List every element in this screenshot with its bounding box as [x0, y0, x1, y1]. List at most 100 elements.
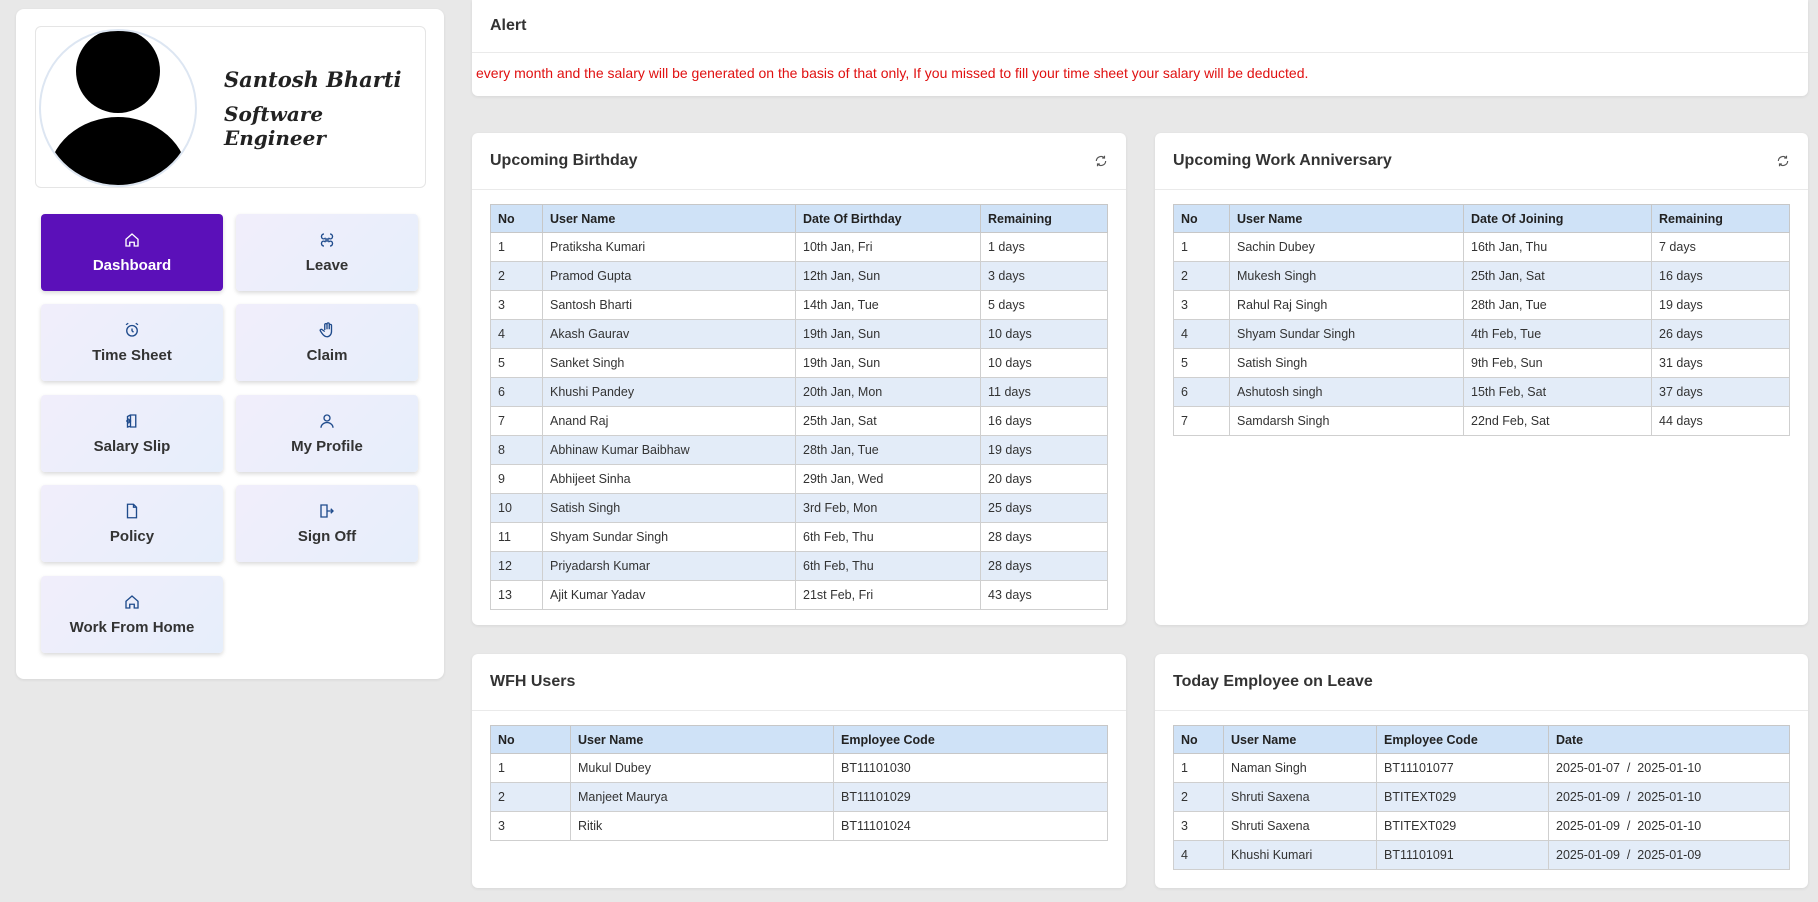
- table-row: 13 Ajit Kumar Yadav 21st Feb, Fri 43 days: [490, 580, 1108, 610]
- table-cell: 2025-01-09 / 2025-01-10: [1548, 811, 1790, 841]
- table-cell: BTITEXT029: [1376, 782, 1549, 812]
- birthday-header: Upcoming Birthday: [472, 133, 1126, 190]
- document-icon: [126, 503, 138, 519]
- table-cell: BTITEXT029: [1376, 811, 1549, 841]
- table-cell: 11: [490, 522, 543, 552]
- table-cell: 8: [490, 435, 543, 465]
- table-row: 1 Sachin Dubey 16th Jan, Thu 7 days: [1173, 232, 1790, 262]
- table-cell: 5: [490, 348, 543, 378]
- table-cell: 28 days: [980, 551, 1108, 581]
- nav-dashboard-button[interactable]: Dashboard: [41, 214, 223, 291]
- birthday-panel: Upcoming Birthday No User Name Date Of Bir…: [472, 133, 1126, 625]
- home-icon: [125, 595, 139, 609]
- leave-panel: Today Employee on Leave No User Name Emplo…: [1155, 654, 1808, 888]
- nav-label: Policy: [109, 528, 155, 545]
- table-row: 3 Shruti Saxena BTITEXT029 2025-01-09 / 202…: [1173, 811, 1790, 841]
- table-cell: 2: [490, 782, 571, 812]
- table-row: 6 Ashutosh singh 15th Feb, Sat 37 days: [1173, 377, 1790, 407]
- table-cell: 3rd Feb, Mon: [795, 493, 981, 523]
- table-cell: 6: [1173, 377, 1230, 407]
- column-header: No: [1173, 204, 1230, 233]
- nav-leave-button[interactable]: Leave: [236, 214, 418, 291]
- leave-icon: [320, 233, 334, 247]
- nav-label: Claim: [306, 347, 348, 364]
- alert-header: Alert: [472, 0, 1808, 53]
- table-row: 10 Satish Singh 3rd Feb, Mon 25 days: [490, 493, 1108, 523]
- leave-table: No User Name Employee Code Date 1 Naman Sing…: [1173, 725, 1790, 870]
- table-cell: 6: [490, 377, 543, 407]
- nav-time-sheet-button[interactable]: Time Sheet: [41, 304, 223, 381]
- table-cell: Abhijeet Sinha: [542, 464, 796, 494]
- table-cell: 12th Jan, Sun: [795, 261, 981, 291]
- table-cell: 19th Jan, Sun: [795, 319, 981, 349]
- table-row: 5 Sanket Singh 19th Jan, Sun 10 days: [490, 348, 1108, 378]
- column-header: Date Of Joining: [1463, 204, 1652, 233]
- column-header: User Name: [1223, 725, 1377, 754]
- table-cell: 25th Jan, Sat: [1463, 261, 1652, 291]
- table-cell: 10th Jan, Fri: [795, 232, 981, 262]
- table-cell: 3: [490, 811, 571, 841]
- table-cell: 4: [490, 319, 543, 349]
- table-cell: Ajit Kumar Yadav: [542, 580, 796, 610]
- table-cell: 4: [1173, 319, 1230, 349]
- nav-label: Work From Home: [69, 619, 195, 636]
- table-row: 3 Santosh Bharti 14th Jan, Tue 5 days: [490, 290, 1108, 320]
- nav-sign-off-button[interactable]: Sign Off: [236, 485, 418, 562]
- table-cell: 20th Jan, Mon: [795, 377, 981, 407]
- nav-claim-button[interactable]: Claim: [236, 304, 418, 381]
- table-cell: 5: [1173, 348, 1230, 378]
- profile-card: Santosh Bharti Software Engineer: [35, 26, 426, 188]
- profile-info: Santosh Bharti Software Engineer: [224, 67, 402, 150]
- table-row: 5 Satish Singh 9th Feb, Sun 31 days: [1173, 348, 1790, 378]
- table-cell: Abhinaw Kumar Baibhaw: [542, 435, 796, 465]
- table-cell: 31 days: [1651, 348, 1790, 378]
- wfh-title: WFH Users: [490, 673, 576, 690]
- table-cell: Sachin Dubey: [1229, 232, 1464, 262]
- table-row: 1 Naman Singh BT11101077 2025-01-07 / 2025-…: [1173, 753, 1790, 783]
- table-cell: 11 days: [980, 377, 1108, 407]
- table-cell: Shruti Saxena: [1223, 811, 1377, 841]
- wfh-panel: WFH Users No User Name Employee Code 1 Muku…: [472, 654, 1126, 888]
- table-cell: Shyam Sundar Singh: [542, 522, 796, 552]
- table-cell: Manjeet Maurya: [570, 782, 834, 812]
- alarm-clock-icon: [125, 322, 139, 337]
- anniversary-panel: Upcoming Work Anniversary No User Name Dat…: [1155, 133, 1808, 625]
- table-cell: 10 days: [980, 319, 1108, 349]
- table-cell: 6th Feb, Thu: [795, 522, 981, 552]
- column-header: Date Of Birthday: [795, 204, 981, 233]
- table-cell: 4th Feb, Tue: [1463, 319, 1652, 349]
- table-cell: 19th Jan, Sun: [795, 348, 981, 378]
- table-row: 2 Pramod Gupta 12th Jan, Sun 3 days: [490, 261, 1108, 291]
- nav-salary-slip-button[interactable]: Salary Slip: [41, 395, 223, 472]
- table-cell: BT11101091: [1376, 840, 1549, 870]
- table-cell: 2: [1173, 782, 1224, 812]
- nav-work-from-home-button[interactable]: Work From Home: [41, 576, 223, 653]
- table-cell: 25 days: [980, 493, 1108, 523]
- refresh-icon[interactable]: [1094, 154, 1108, 168]
- table-cell: Pramod Gupta: [542, 261, 796, 291]
- nav-my-profile-button[interactable]: My Profile: [236, 395, 418, 472]
- table-cell: 10 days: [980, 348, 1108, 378]
- wfh-header: WFH Users: [472, 654, 1126, 711]
- leave-title: Today Employee on Leave: [1173, 673, 1373, 690]
- user-silhouette-icon: [48, 31, 188, 185]
- table-cell: 5 days: [980, 290, 1108, 320]
- table-row: 9 Abhijeet Sinha 29th Jan, Wed 20 days: [490, 464, 1108, 494]
- table-row: 8 Abhinaw Kumar Baibhaw 28th Jan, Tue 19 da…: [490, 435, 1108, 465]
- table-cell: Sanket Singh: [542, 348, 796, 378]
- table-cell: Priyadarsh Kumar: [542, 551, 796, 581]
- table-cell: 4: [1173, 840, 1224, 870]
- table-cell: 44 days: [1651, 406, 1790, 436]
- table-cell: Ritik: [570, 811, 834, 841]
- table-cell: 26 days: [1651, 319, 1790, 349]
- table-cell: 2025-01-09 / 2025-01-09: [1548, 840, 1790, 870]
- table-row: 2 Mukesh Singh 25th Jan, Sat 16 days: [1173, 261, 1790, 291]
- nav-label: Dashboard: [92, 257, 172, 274]
- table-row: 12 Priyadarsh Kumar 6th Feb, Thu 28 days: [490, 551, 1108, 581]
- table-cell: 19 days: [980, 435, 1108, 465]
- alert-panel: Alert every month and the salary will be…: [472, 0, 1808, 96]
- home-icon: [125, 233, 139, 247]
- nav-policy-button[interactable]: Policy: [41, 485, 223, 562]
- refresh-icon[interactable]: [1776, 154, 1790, 168]
- table-cell: 22nd Feb, Sat: [1463, 406, 1652, 436]
